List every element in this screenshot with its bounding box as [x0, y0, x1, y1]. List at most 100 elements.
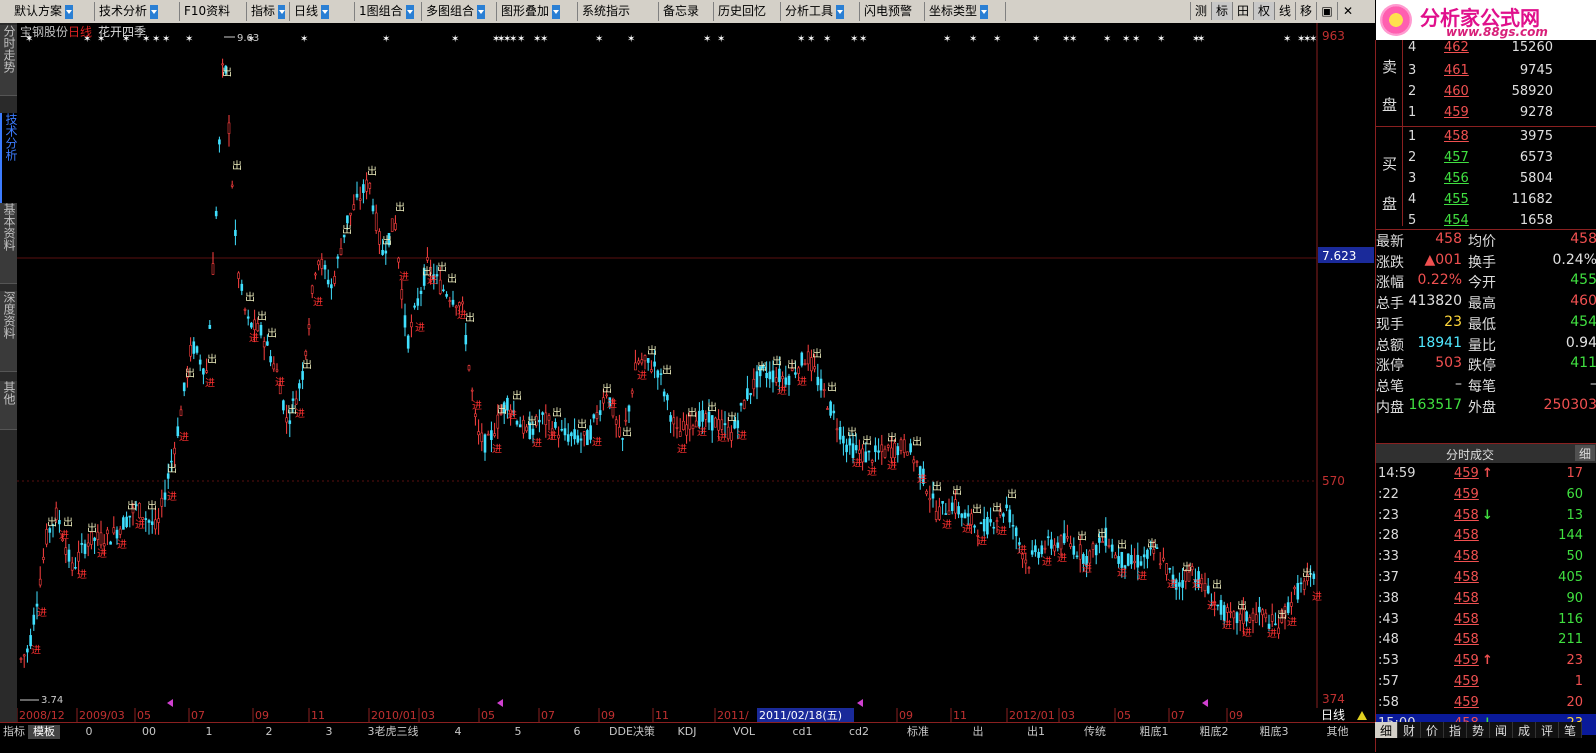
toolbar-mini-1[interactable]: 标	[1211, 2, 1232, 20]
candle-body	[848, 438, 852, 446]
bottom-tab-14[interactable]: cd1	[775, 725, 830, 739]
arrow-up-icon: ↑	[1482, 466, 1493, 481]
left-tab-3[interactable]: 深度资料	[0, 291, 17, 372]
candle-body	[93, 537, 96, 541]
bottom-tab-22[interactable]: 粗底3	[1245, 725, 1303, 739]
tick-volume: 90	[1566, 590, 1583, 606]
right-tab-8[interactable]: 笔	[1559, 722, 1582, 738]
candle-body	[726, 426, 730, 440]
bottom-tab-7[interactable]: 3老虎三线	[358, 725, 428, 739]
toolbar-btn-2[interactable]: F10资料	[180, 2, 247, 21]
toolbar-mini-3[interactable]: 权	[1253, 2, 1274, 20]
buy-row[interactable]: 2 457 6573	[1376, 148, 1596, 169]
candle-body	[301, 371, 304, 380]
out-signal: 出	[147, 499, 157, 512]
tick-volume: 60	[1566, 486, 1583, 502]
bottom-tab-6[interactable]: 3	[300, 725, 358, 739]
toolbar-mini-5[interactable]: 移	[1295, 2, 1316, 20]
bottom-tab-3[interactable]: 00	[120, 725, 178, 739]
out-signal: 出	[512, 389, 522, 402]
left-tab-4[interactable]: 其他	[0, 381, 17, 430]
candle-body	[1206, 585, 1210, 594]
toolbar-btn-1[interactable]: 技术分析	[95, 2, 180, 21]
bottom-tab-16[interactable]: 标准	[888, 725, 948, 739]
toolbar-btn-11[interactable]: 分析工具	[781, 2, 860, 21]
buy-row[interactable]: 4 455 11682	[1376, 190, 1596, 211]
toolbar-btn-6[interactable]: 多图组合	[422, 2, 497, 21]
bottom-tab-20[interactable]: 粗底1	[1125, 725, 1183, 739]
bottom-tab-2[interactable]: 0	[60, 725, 118, 739]
sell-row[interactable]: 3 461 9745	[1376, 61, 1596, 82]
bottom-tab-12[interactable]: KDJ	[660, 725, 714, 739]
bottom-tab-0[interactable]: 指标	[0, 725, 28, 739]
period-button[interactable]: 日线	[1321, 708, 1345, 722]
bottom-tab-8[interactable]: 4	[430, 725, 486, 739]
right-tab-1[interactable]: 财	[1398, 722, 1421, 738]
toolbar-btn-7[interactable]: 图形叠加	[497, 2, 578, 21]
bottom-tab-5[interactable]: 2	[240, 725, 298, 739]
candle-body	[474, 413, 477, 418]
bottom-tab-18[interactable]: 出1	[1008, 725, 1064, 739]
triangle-up-icon[interactable]	[1357, 711, 1367, 720]
candle-body	[614, 419, 618, 425]
toolbar-mini-0[interactable]: 测	[1190, 2, 1211, 20]
candle-body	[893, 442, 896, 458]
bottom-tab-15[interactable]: cd2	[832, 725, 886, 739]
right-tab-0[interactable]: 细	[1375, 722, 1398, 738]
right-tab-3[interactable]: 指	[1444, 722, 1467, 738]
candle-body	[157, 518, 160, 523]
left-tab-0[interactable]: 分时走势	[0, 25, 17, 96]
quote-value: 163517	[1408, 396, 1462, 413]
bottom-tab-1[interactable]: 模板	[28, 725, 60, 739]
toolbar-btn-8[interactable]: 系统指示	[578, 2, 659, 21]
in-signal: 进	[77, 569, 87, 581]
sell-row[interactable]: 2 460 58920	[1376, 82, 1596, 103]
ticks-detail-button[interactable]: 细	[1575, 445, 1595, 461]
toolbar-btn-12[interactable]: 闪电预警	[860, 2, 925, 21]
out-signal: 出	[257, 309, 267, 322]
tick-time: :28	[1378, 528, 1399, 544]
sell-row[interactable]: 4 462 15260	[1376, 38, 1596, 59]
kline-chart[interactable]: 9635703747.623✶ ✶ ✶ ✶ ✶ ✶ ✶ ✶ ✶ ✶ ✶ ✶ ✶✶✶✶ ✶ ✶✶ ✶ ✶ ✶ ✶ ✶ ✶ ✶…	[17, 23, 1375, 708]
right-tab-6[interactable]: 成	[1513, 722, 1536, 738]
bottom-tab-4[interactable]: 1	[180, 725, 238, 739]
candle-body	[832, 410, 836, 414]
toolbar-btn-5[interactable]: 1图组合	[355, 2, 422, 21]
toolbar-btn-0[interactable]: 默认方案	[0, 2, 95, 21]
toolbar-mini-6[interactable]: ▣	[1316, 2, 1337, 20]
candle-body	[1178, 582, 1181, 587]
candle-body	[902, 439, 906, 453]
toolbar-btn-4[interactable]: 日线	[290, 2, 355, 21]
candle-body	[288, 420, 292, 424]
candle-body	[854, 445, 858, 451]
candle-body	[1034, 545, 1037, 553]
candle-body	[752, 378, 756, 390]
right-tab-7[interactable]: 评	[1536, 722, 1559, 738]
toolbar-btn-9[interactable]: 备忘录	[659, 2, 714, 21]
sell-row[interactable]: 1 459 9278	[1376, 103, 1596, 124]
buy-row[interactable]: 1 458 3975	[1376, 127, 1596, 148]
bottom-tab-19[interactable]: 传统	[1066, 725, 1124, 739]
right-tab-5[interactable]: 闻	[1490, 722, 1513, 738]
toolbar-mini-7[interactable]: ✕	[1337, 2, 1358, 20]
candle-body	[1014, 527, 1018, 537]
candle-body	[400, 289, 404, 300]
toolbar-mini-4[interactable]: 线	[1274, 2, 1295, 20]
bottom-tab-13[interactable]: VOL	[715, 725, 773, 739]
candle-body	[80, 543, 84, 545]
toolbar-mini-2[interactable]: 田	[1232, 2, 1253, 20]
right-tab-2[interactable]: 价	[1421, 722, 1444, 738]
toolbar-btn-10[interactable]: 历史回忆	[714, 2, 781, 21]
left-tab-2[interactable]: 基本资料	[0, 203, 17, 284]
bottom-tab-21[interactable]: 粗底2	[1185, 725, 1243, 739]
bottom-tab-10[interactable]: 6	[550, 725, 604, 739]
bottom-tab-9[interactable]: 5	[488, 725, 548, 739]
signal-marker: ✶	[595, 34, 603, 45]
buy-row[interactable]: 3 456 5804	[1376, 169, 1596, 190]
toolbar-btn-3[interactable]: 指标	[247, 2, 290, 21]
toolbar-btn-13[interactable]: 坐标类型	[925, 2, 1006, 21]
bottom-tab-11[interactable]: DDE决策	[606, 725, 658, 739]
right-tab-4[interactable]: 势	[1467, 722, 1490, 738]
bottom-tab-17[interactable]: 出	[950, 725, 1006, 739]
bottom-tab-23[interactable]: 其他	[1315, 725, 1360, 739]
